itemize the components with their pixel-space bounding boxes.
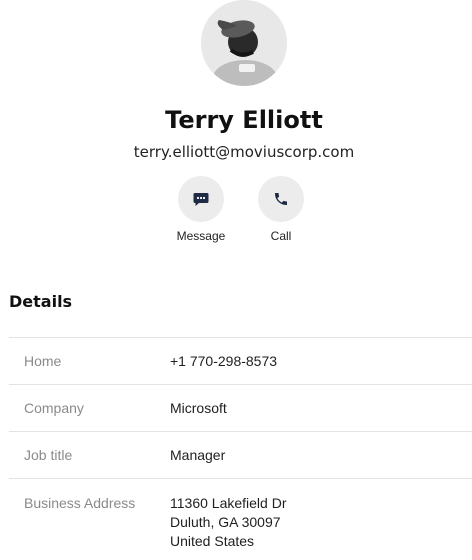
details-heading: Details: [9, 292, 73, 311]
address-line: Duluth, GA 30097: [170, 514, 281, 530]
detail-row-home: Home +1 770-298-8573: [9, 337, 472, 384]
detail-row-job-title: Job title Manager: [9, 431, 472, 478]
home-phone-value[interactable]: +1 770-298-8573: [170, 352, 277, 371]
detail-label: Home: [24, 352, 62, 369]
message-button[interactable]: Message: [161, 176, 241, 243]
message-button-circle[interactable]: [178, 176, 224, 222]
message-label: Message: [176, 229, 226, 243]
details-list: Home +1 770-298-8573 Company Microsoft J…: [9, 337, 472, 558]
call-button[interactable]: Call: [241, 176, 321, 243]
avatar-photo: [201, 0, 287, 86]
detail-row-company: Company Microsoft: [9, 384, 472, 431]
address-line: 11360 Lakefield Dr: [170, 495, 287, 511]
message-icon: [193, 193, 209, 206]
call-button-circle[interactable]: [258, 176, 304, 222]
avatar: [201, 0, 287, 86]
detail-label: Business Address: [24, 495, 136, 511]
call-label: Call: [270, 229, 292, 243]
detail-label: Company: [24, 399, 84, 416]
address-line: United States: [170, 533, 255, 549]
job-title-value: Manager: [170, 446, 226, 463]
business-address-value[interactable]: 11360 Lakefield Dr Duluth, GA 30097 Unit…: [170, 494, 286, 551]
detail-label: Job title: [24, 446, 73, 463]
phone-icon: [275, 193, 287, 205]
contact-name: Terry Elliott: [165, 106, 323, 134]
detail-row-business-address: Business Address 11360 Lakefield Dr Dulu…: [9, 478, 472, 558]
contact-email: terry.elliott@moviuscorp.com: [133, 143, 355, 161]
company-value: Microsoft: [170, 399, 227, 416]
